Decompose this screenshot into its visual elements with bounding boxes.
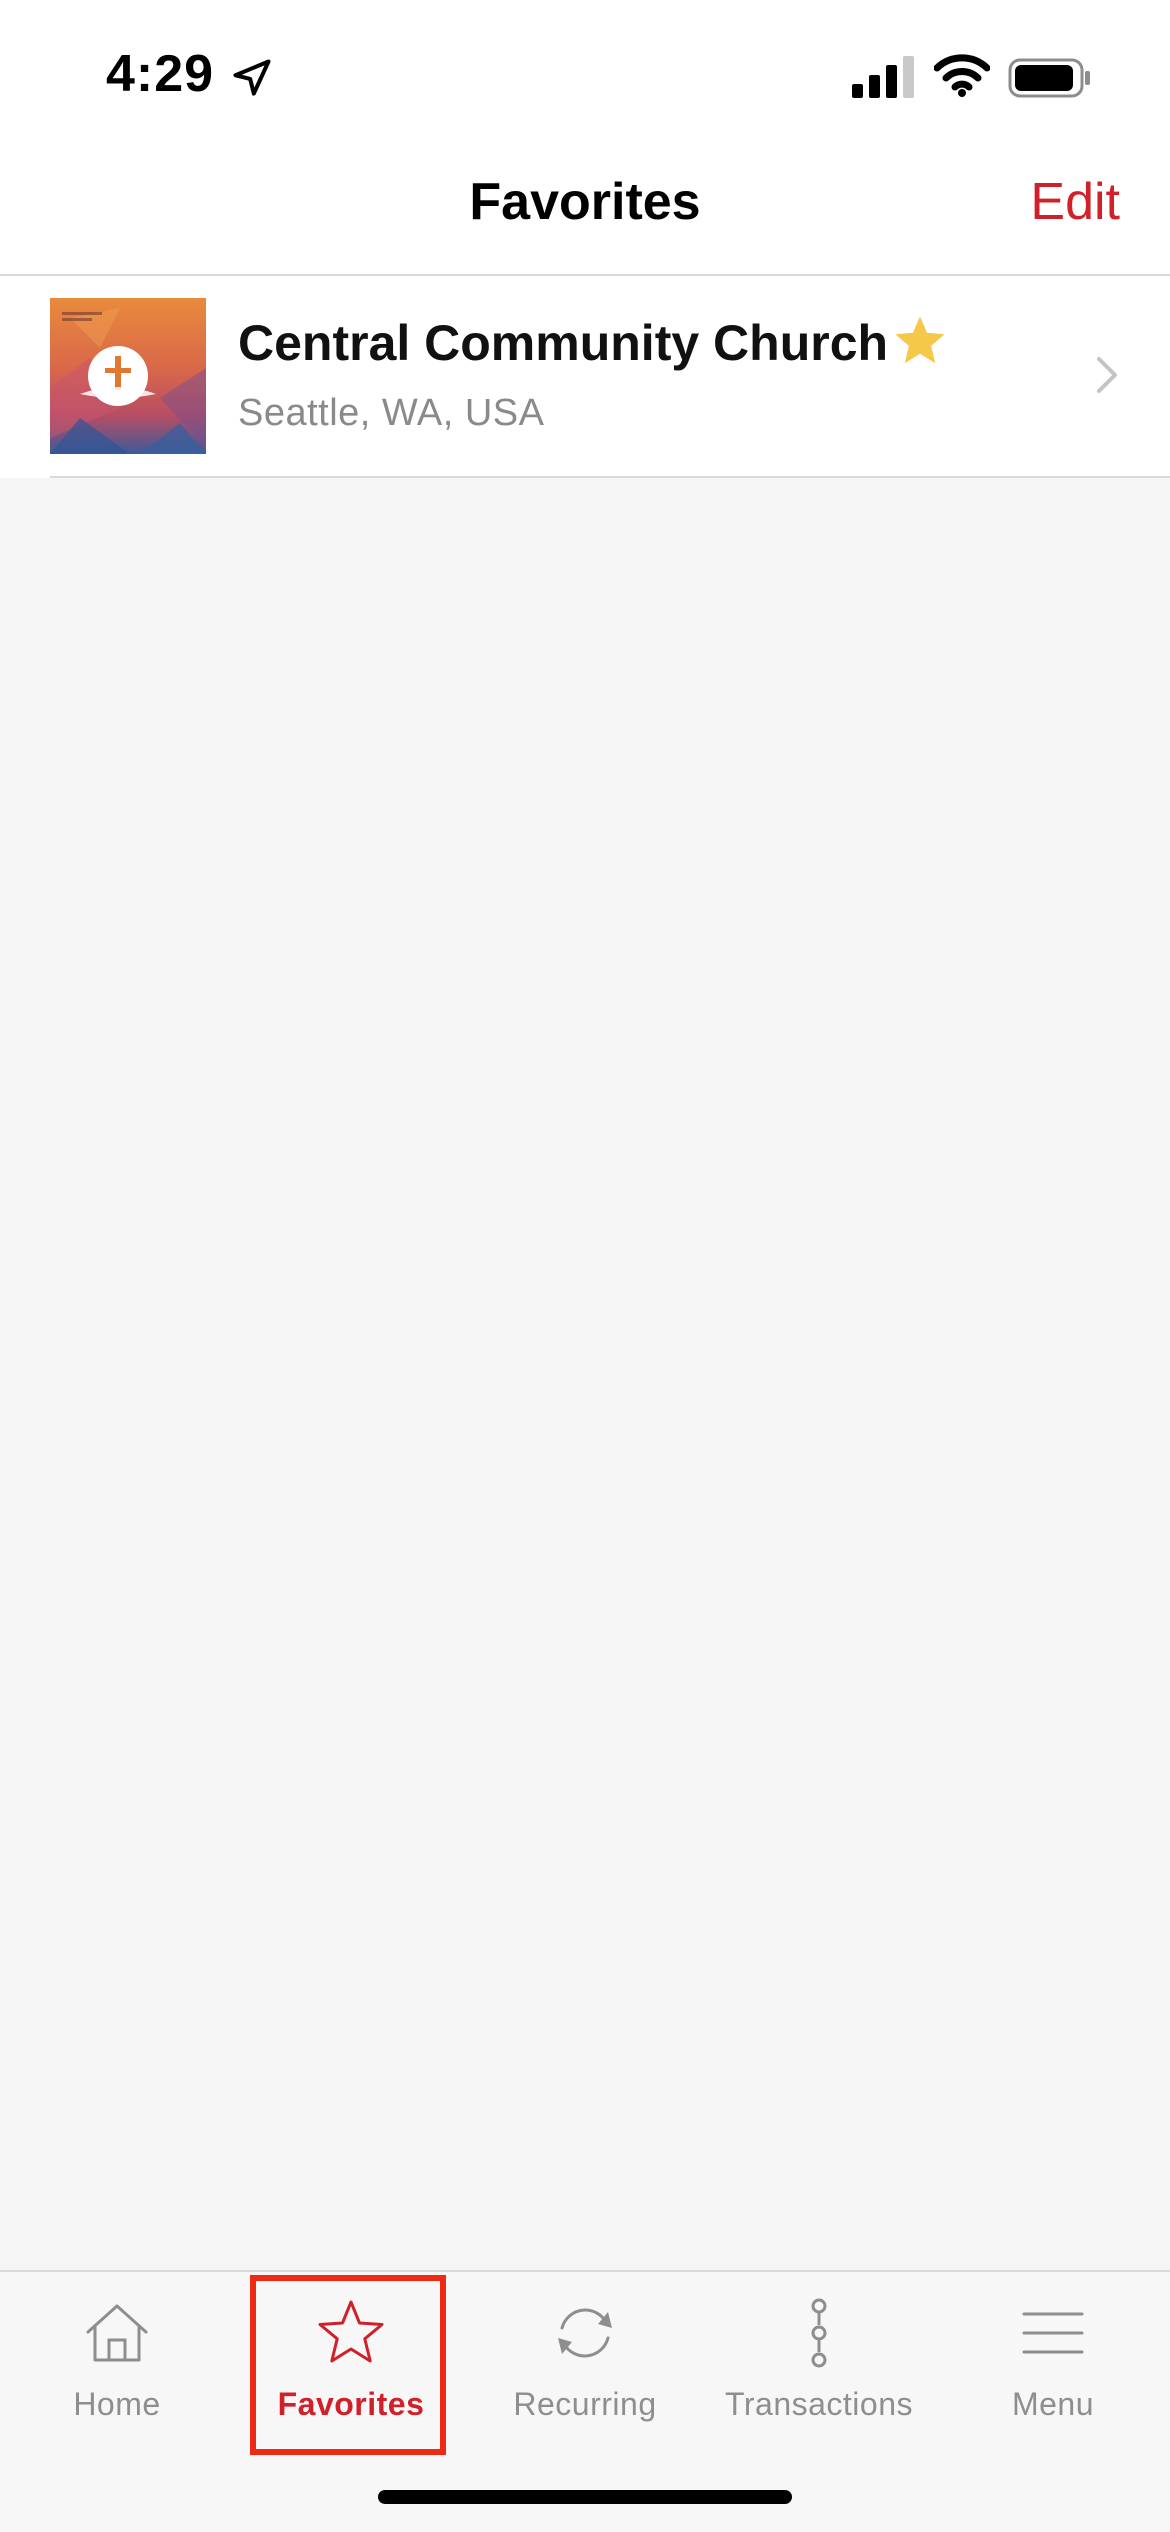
status-time: 4:29 — [106, 45, 215, 103]
tab-favorites[interactable]: Favorites — [234, 2272, 468, 2452]
church-location: Seattle, WA, USA — [238, 392, 545, 434]
tab-recurring[interactable]: Recurring — [468, 2272, 702, 2452]
tab-transactions[interactable]: Transactions — [702, 2272, 936, 2452]
star-outline-icon — [318, 2300, 384, 2363]
tab-home[interactable]: Home — [0, 2272, 234, 2452]
status-bar: 4:29 — [0, 0, 1170, 150]
menu-icon — [1022, 2312, 1084, 2354]
navigation-bar: Favorites Edit — [0, 150, 1170, 276]
church-logo-image — [50, 298, 206, 454]
wifi-icon — [934, 54, 990, 97]
cellular-signal-icon — [852, 56, 914, 98]
tab-recurring-label: Recurring — [513, 2386, 657, 2422]
tab-transactions-label: Transactions — [725, 2386, 913, 2422]
tab-menu-label: Menu — [1011, 2386, 1095, 2422]
home-icon — [86, 2304, 148, 2362]
tab-favorites-label: Favorites — [277, 2386, 425, 2422]
favorite-list-item[interactable]: Central Community Church Seattle, WA, US… — [0, 276, 1170, 478]
battery-icon — [1008, 58, 1090, 98]
edit-button[interactable]: Edit — [1030, 172, 1120, 232]
tab-home-label: Home — [73, 2386, 161, 2422]
location-arrow-icon — [233, 59, 271, 96]
page-title: Favorites — [469, 173, 701, 231]
home-indicator[interactable] — [378, 2490, 792, 2504]
favorites-list: Central Community Church Seattle, WA, US… — [0, 276, 1170, 478]
transactions-icon — [811, 2298, 827, 2368]
star-filled-icon — [895, 316, 945, 364]
tab-menu[interactable]: Menu — [936, 2272, 1170, 2452]
recurring-icon — [558, 2308, 612, 2358]
church-name: Central Community Church — [238, 315, 889, 371]
chevron-right-icon — [1097, 357, 1117, 393]
favorites-screen: 4:29 Favorites Edit Central Community Ch… — [0, 0, 1170, 2532]
